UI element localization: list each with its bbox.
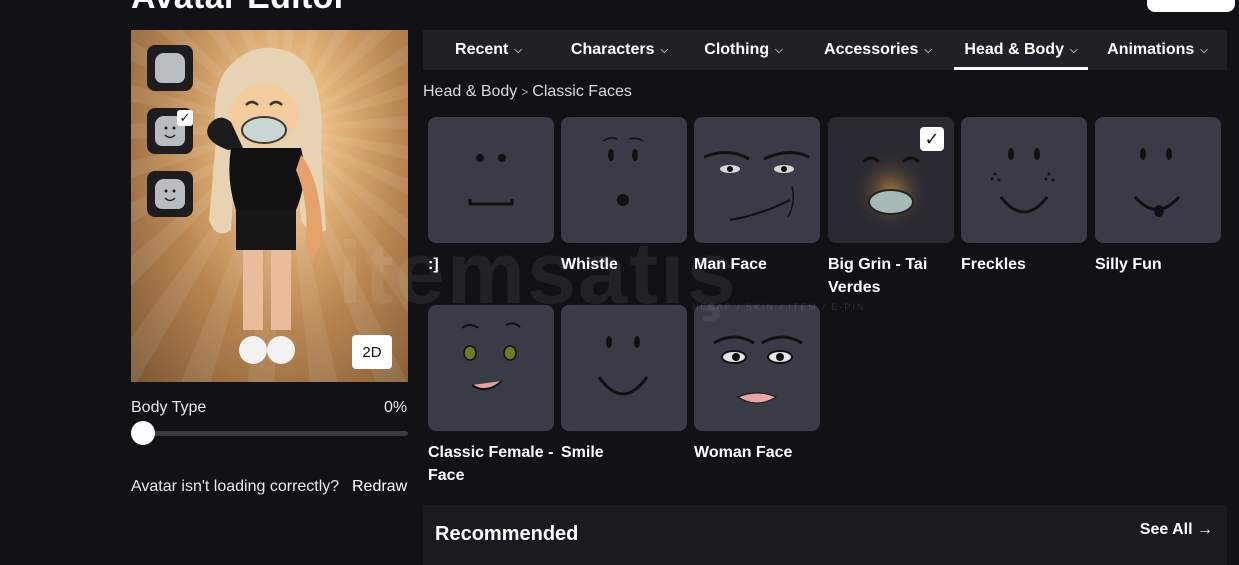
- header-action-button[interactable]: [1147, 0, 1235, 12]
- chevron-down-icon: ⌵: [660, 44, 669, 56]
- item-card-silly-fun[interactable]: Silly Fun: [1095, 117, 1221, 276]
- tab-clothing[interactable]: Clothing ⌵: [685, 30, 802, 70]
- breadcrumb-parent[interactable]: Head & Body: [423, 83, 517, 100]
- recommended-title: Recommended: [435, 523, 579, 545]
- item-thumbnail: [561, 117, 687, 243]
- item-card-colon-bracket[interactable]: :]: [428, 117, 554, 276]
- tab-characters[interactable]: Characters ⌵: [554, 30, 685, 70]
- chevron-down-icon: ⌵: [1069, 44, 1078, 56]
- redraw-link[interactable]: Redraw: [352, 478, 407, 496]
- breadcrumb-current: Classic Faces: [532, 83, 632, 100]
- chevron-down-icon: ⌵: [514, 44, 522, 56]
- item-card-woman-face[interactable]: Woman Face: [694, 305, 820, 464]
- chevron-down-icon: ⌵: [1200, 44, 1208, 56]
- item-name: Whistle: [561, 256, 618, 273]
- item-thumbnail: [961, 117, 1087, 243]
- item-thumbnail: [428, 117, 554, 243]
- tab-head-and-body[interactable]: Head & Body ⌵: [954, 30, 1088, 70]
- page-title: Avatar Editor: [131, 0, 347, 17]
- avatar-preview[interactable]: ✓ 2D: [131, 30, 408, 382]
- item-thumbnail: ✓: [828, 117, 954, 243]
- category-tabs: Recent ⌵ Characters ⌵ Clothing ⌵ Accessorie…: [423, 30, 1227, 70]
- item-card-big-grin[interactable]: ✓ Big Grin - Tai Verdes: [828, 117, 954, 299]
- chevron-down-icon: ⌵: [775, 44, 783, 56]
- thumbnail-smile-head[interactable]: [147, 171, 193, 217]
- tab-accessories[interactable]: Accessories ⌵: [802, 30, 954, 70]
- item-name: Silly Fun: [1095, 256, 1162, 273]
- item-thumbnail: [694, 305, 820, 431]
- item-card-smile[interactable]: Smile: [561, 305, 687, 464]
- item-thumbnail: [561, 305, 687, 431]
- chevron-right-icon: >: [521, 85, 529, 99]
- recommended-section: Recommended See All →: [423, 505, 1227, 565]
- tab-recent[interactable]: Recent ⌵: [423, 30, 554, 70]
- item-card-freckles[interactable]: Freckles: [961, 117, 1087, 276]
- item-thumbnail: [1095, 117, 1221, 243]
- checkmark-icon: ✓: [920, 127, 944, 151]
- plain-head-icon: [155, 53, 185, 83]
- thumbnail-plain-head[interactable]: [147, 45, 193, 91]
- chevron-down-icon: ⌵: [924, 44, 932, 56]
- loading-message: Avatar isn't loading correctly?: [131, 478, 340, 495]
- thumbnail-smile-head-selected[interactable]: ✓: [147, 108, 193, 154]
- breadcrumb: Head & Body > Classic Faces: [423, 83, 632, 101]
- smile-head-icon: [155, 179, 185, 209]
- body-type-label: Body Type: [131, 399, 207, 416]
- item-name: Big Grin - Tai Verdes: [828, 256, 928, 296]
- item-name: Freckles: [961, 256, 1026, 273]
- checkmark-icon: ✓: [177, 110, 193, 126]
- arrow-right-icon: →: [1197, 521, 1213, 538]
- body-type-slider-handle[interactable]: [131, 421, 155, 445]
- item-name: Man Face: [694, 256, 767, 273]
- item-name: Woman Face: [694, 444, 793, 461]
- toggle-2d-button[interactable]: 2D: [352, 335, 392, 369]
- see-all-link[interactable]: See All →: [1140, 521, 1213, 539]
- item-name: Smile: [561, 444, 604, 461]
- item-card-classic-female-face[interactable]: Classic Female - Face: [428, 305, 554, 487]
- item-card-whistle[interactable]: Whistle: [561, 117, 687, 276]
- item-name: :]: [428, 256, 439, 273]
- smile-head-icon: ✓: [155, 110, 193, 146]
- tab-animations[interactable]: Animations ⌵: [1088, 30, 1227, 70]
- body-type-value: 0%: [384, 399, 408, 416]
- item-card-man-face[interactable]: Man Face: [694, 117, 820, 276]
- item-thumbnail: [694, 117, 820, 243]
- item-name: Classic Female - Face: [428, 444, 554, 484]
- item-thumbnail: [428, 305, 554, 431]
- body-type-slider-track[interactable]: [131, 431, 408, 436]
